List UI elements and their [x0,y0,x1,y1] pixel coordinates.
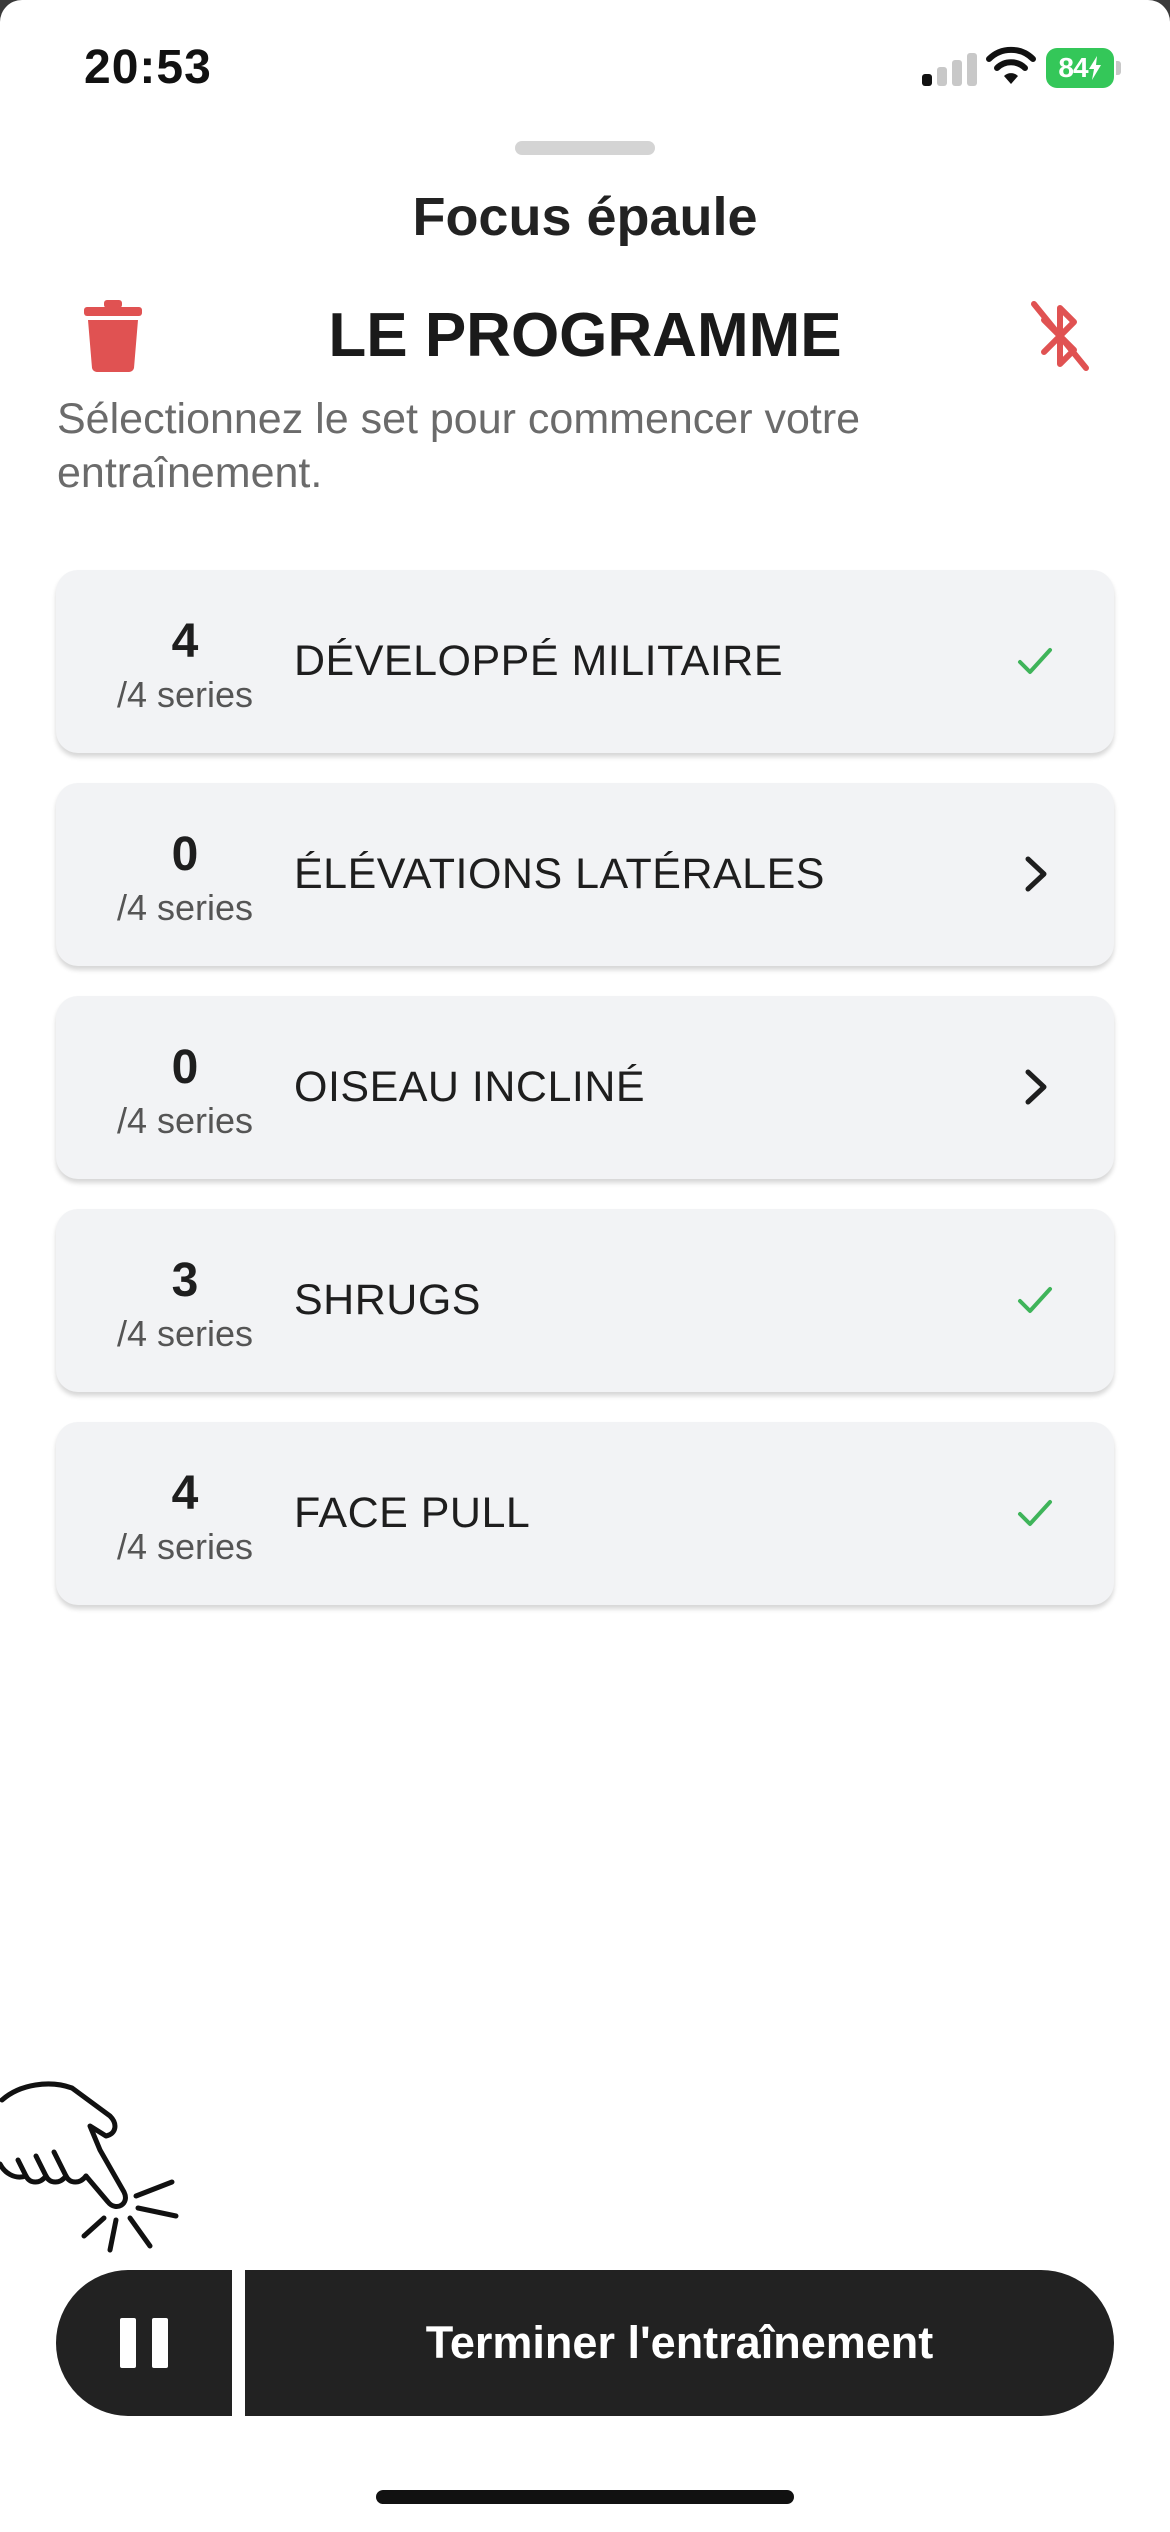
exercise-name: OISEAU INCLINÉ [294,1063,646,1111]
exercise-name: DÉVELOPPÉ MILITAIRE [294,637,784,685]
sheet-grabber-handle[interactable] [515,141,655,155]
trash-icon[interactable] [82,300,144,372]
exercise-card[interactable]: 0 /4 series OISEAU INCLINÉ [56,996,1114,1179]
battery-icon: 84 [1046,48,1122,88]
series-counter: 4 /4 series [56,1422,314,1605]
wifi-icon [986,46,1036,84]
pause-button[interactable] [56,2270,232,2416]
series-counter: 0 /4 series [56,996,314,1179]
chevron-right-icon [1025,856,1047,892]
charging-bolt-icon [1088,56,1101,80]
sheet-title: Focus épaule [412,187,758,247]
checkmark-icon [1018,1287,1052,1313]
bluetooth-off-icon[interactable] [1030,300,1090,372]
workout-sheet: 20:53 84 Focus épaule LE PROGRAMME Sélec… [0,0,1170,2532]
series-counter: 0 /4 series [56,783,314,966]
exercise-card[interactable]: 0 /4 series ÉLÉVATIONS LATÉRALES [56,783,1114,966]
series-done-count: 4 [171,615,199,668]
finish-workout-label: Terminer l'entraînement [425,2317,934,2368]
exercise-name: FACE PULL [294,1489,531,1537]
series-total: /4 series [116,1313,254,1354]
series-total: /4 series [116,1100,254,1141]
exercise-card[interactable]: 4 /4 series DÉVELOPPÉ MILITAIRE [56,570,1114,753]
home-indicator[interactable] [376,2490,794,2504]
program-title: LE PROGRAMME [328,301,842,370]
exercise-name: ÉLÉVATIONS LATÉRALES [294,850,825,898]
pause-icon [120,2318,136,2368]
series-counter: 3 /4 series [56,1209,314,1392]
finish-workout-button[interactable]: Terminer l'entraînement [245,2270,1114,2416]
series-total: /4 series [116,1526,254,1567]
series-done-count: 0 [171,1041,199,1094]
series-counter: 4 /4 series [56,570,314,753]
series-done-count: 0 [171,828,199,881]
status-time: 20:53 [84,41,212,94]
series-total: /4 series [116,887,254,928]
series-done-count: 4 [171,1467,199,1520]
series-done-count: 3 [171,1254,199,1307]
tap-gesture-icon [0,2081,179,2253]
cellular-signal-icon [922,52,978,86]
exercise-list: 4 /4 series DÉVELOPPÉ MILITAIRE 0 /4 ser… [56,570,1114,1635]
battery-level: 84 [1046,48,1114,88]
checkmark-icon [1018,1500,1052,1526]
checkmark-icon [1018,648,1052,674]
chevron-right-icon [1025,1069,1047,1105]
status-bar: 20:53 84 [0,0,1170,140]
series-total: /4 series [116,674,254,715]
exercise-card[interactable]: 4 /4 series FACE PULL [56,1422,1114,1605]
exercise-name: SHRUGS [294,1276,481,1324]
exercise-card[interactable]: 3 /4 series SHRUGS [56,1209,1114,1392]
program-instructions: Sélectionnez le set pour commencer votre… [57,395,861,497]
